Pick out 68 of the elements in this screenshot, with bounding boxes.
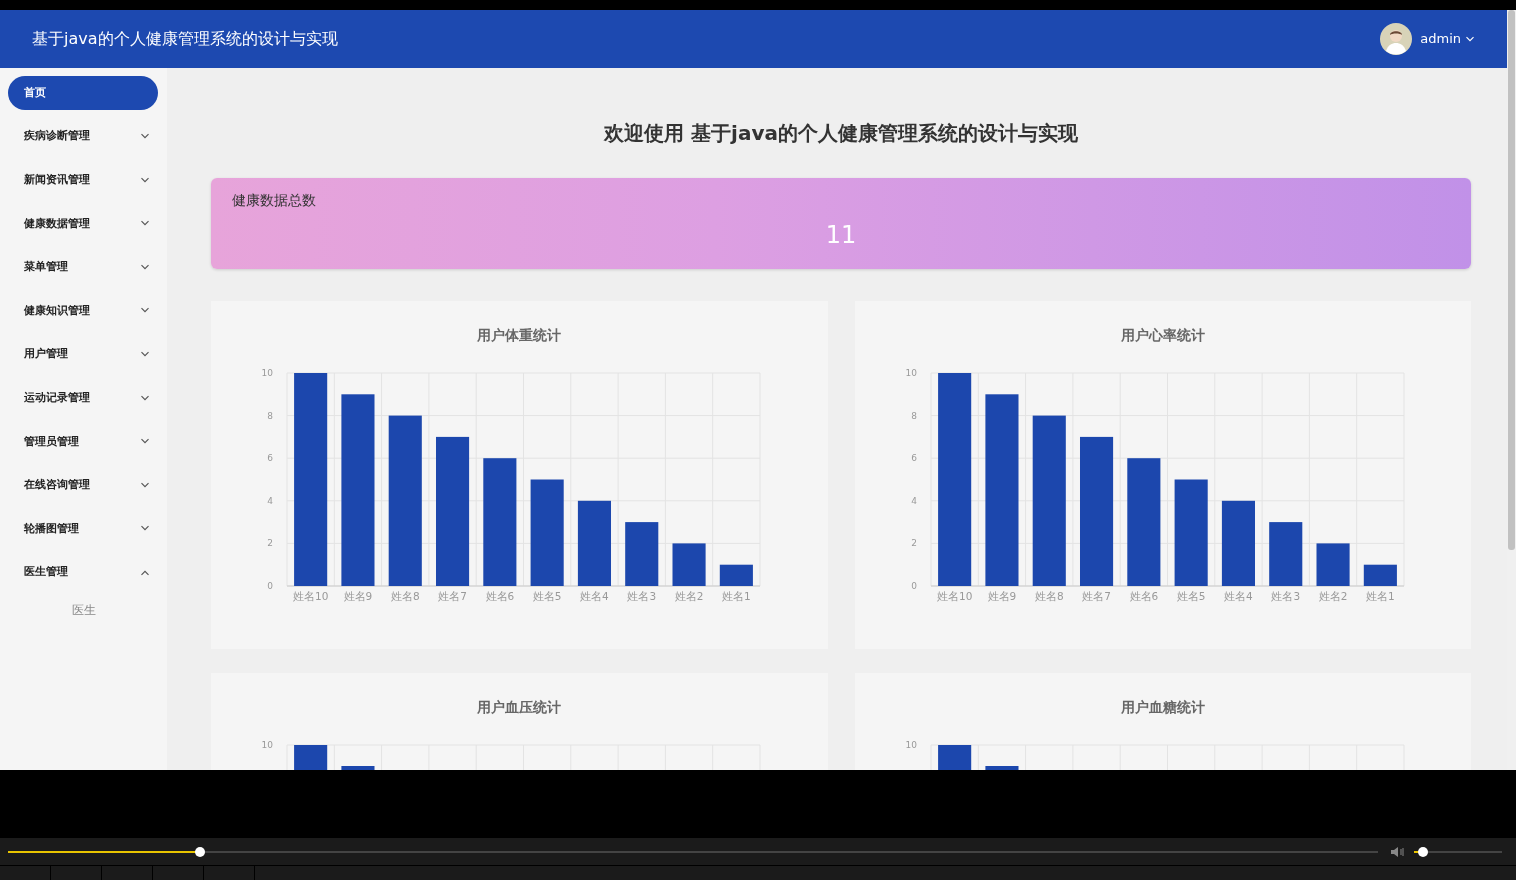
axis-label: 4 <box>267 495 273 506</box>
axis-label: 姓名9 <box>343 590 373 602</box>
sidebar-item[interactable]: 用户管理 <box>8 337 158 372</box>
axis-label: 8 <box>267 410 273 421</box>
welcome-heading: 欢迎使用 基于java的个人健康管理系统的设计与实现 <box>602 120 1079 147</box>
scrollbar[interactable] <box>1507 10 1516 770</box>
axis-label: 0 <box>267 581 273 591</box>
axis-label: 姓名6 <box>1129 590 1158 602</box>
avatar-icon[interactable] <box>1380 23 1413 55</box>
sidebar-item[interactable]: 新闻资讯管理 <box>8 163 158 198</box>
axis-label: 10 <box>905 740 917 750</box>
sidebar-item[interactable]: 管理员管理 <box>8 424 158 459</box>
axis-label: 6 <box>267 453 273 464</box>
axis-label: 姓名3 <box>627 590 657 602</box>
axis-label: 姓名7 <box>1081 590 1111 602</box>
volume-icon[interactable] <box>1390 845 1406 858</box>
axis-label: 姓名8 <box>1034 590 1064 602</box>
axis-label: 姓名9 <box>987 590 1016 602</box>
axis-label: 姓名1 <box>722 590 751 602</box>
sidebar-item[interactable]: 医生管理 <box>8 555 158 590</box>
sidebar-item[interactable]: 健康数据管理 <box>8 206 158 241</box>
chart-bar <box>1363 564 1397 586</box>
sidebar-item[interactable]: 在线咨询管理 <box>8 468 158 503</box>
axis-label: 姓名3 <box>1270 590 1300 602</box>
axis-label: 姓名8 <box>390 590 420 602</box>
axis-label: 姓名2 <box>674 590 704 602</box>
axis-label: 2 <box>910 538 917 549</box>
axis-label: 6 <box>910 453 917 464</box>
axis-label: 2 <box>267 538 273 549</box>
chart-bar <box>1268 522 1302 586</box>
chart-title: 用户血糖统计 <box>1119 698 1206 717</box>
axis-label: 姓名1 <box>1365 590 1395 602</box>
axis-label: 姓名7 <box>438 590 467 602</box>
axis-label: 0 <box>910 581 917 591</box>
axis-label: 10 <box>261 740 273 750</box>
chart-bar <box>1316 543 1350 586</box>
user-menu[interactable]: admin <box>1420 29 1475 49</box>
axis-label: 姓名6 <box>485 590 515 602</box>
chevron-icon <box>1465 35 1475 43</box>
sidebar-item[interactable]: 健康知识管理 <box>8 293 158 328</box>
app-title: 基于java的个人健康管理系统的设计与实现 <box>32 28 338 50</box>
axis-label: 8 <box>910 410 917 421</box>
axis-label: 姓名10 <box>936 590 972 602</box>
chart-bar <box>625 522 659 586</box>
volume-thumb[interactable] <box>1417 846 1428 857</box>
submenu-item[interactable]: 医生 <box>63 599 104 622</box>
axis-label: 姓名5 <box>532 590 562 602</box>
chart-bar <box>672 543 706 586</box>
sidebar-item[interactable]: 运动记录管理 <box>8 381 158 416</box>
axis-label: 姓名4 <box>580 590 609 602</box>
sidebar-item[interactable]: 首页 <box>8 76 158 110</box>
axis-label: 姓名2 <box>1318 590 1347 602</box>
chart-title: 用户血压统计 <box>476 698 563 717</box>
axis-label: 姓名5 <box>1176 590 1205 602</box>
chart-title: 用户心率统计 <box>1119 326 1206 345</box>
axis-label: 10 <box>905 368 917 378</box>
stat-value: 11 <box>824 220 858 251</box>
axis-label: 姓名4 <box>1223 590 1253 602</box>
axis-label: 10 <box>261 368 273 378</box>
chart-bar <box>719 564 753 586</box>
stat-label: 健康数据总数 <box>232 191 317 210</box>
progress-thumb[interactable] <box>194 846 205 857</box>
chart-title: 用户体重统计 <box>476 326 563 345</box>
sidebar-item[interactable]: 轮播图管理 <box>8 511 158 546</box>
sidebar-item[interactable]: 菜单管理 <box>8 250 158 285</box>
sidebar-item[interactable]: 疾病诊断管理 <box>8 119 158 154</box>
axis-label: 4 <box>910 495 917 506</box>
axis-label: 姓名10 <box>292 590 329 602</box>
